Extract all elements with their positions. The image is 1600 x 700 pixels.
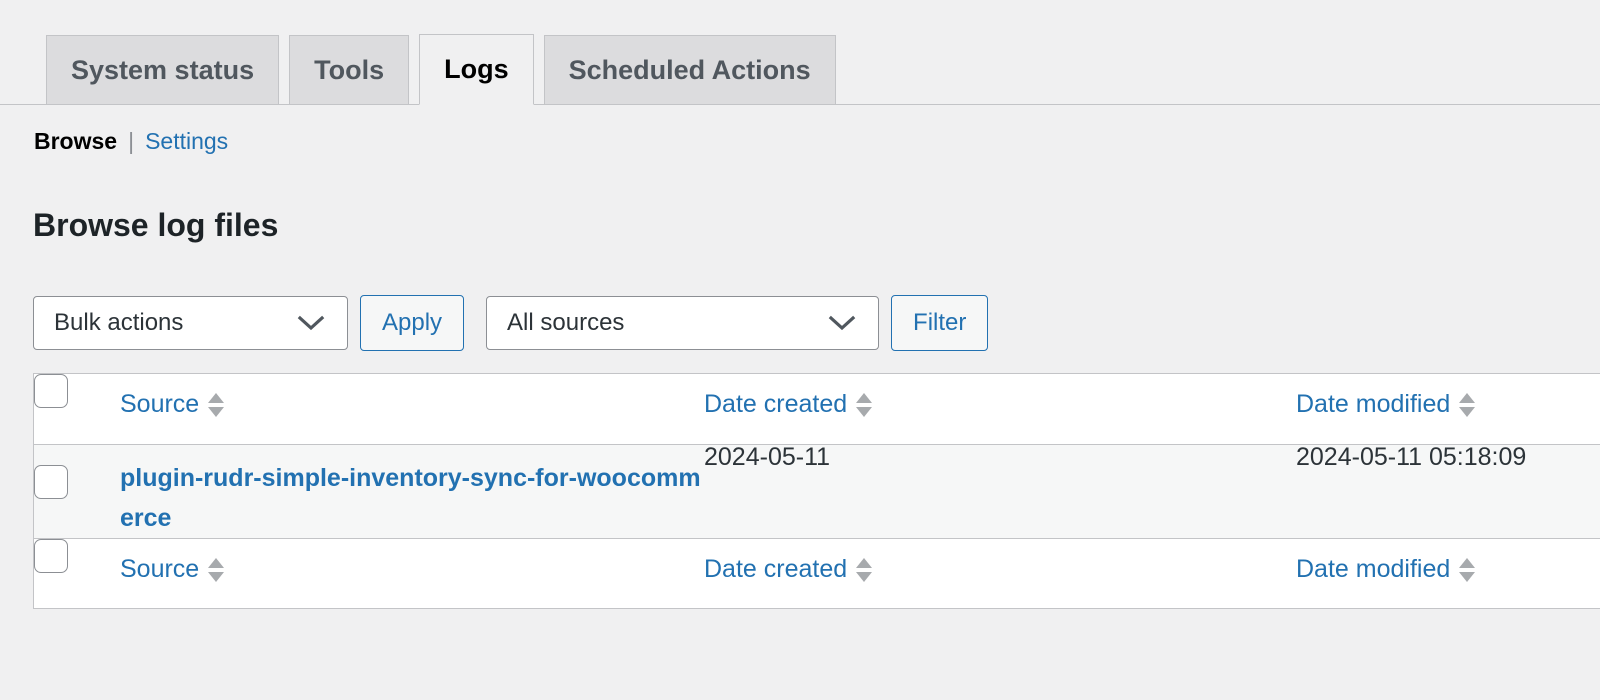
source-filter-select-wrap: All sources	[486, 296, 880, 350]
row-select-cell	[34, 444, 120, 538]
footer-source: Source	[120, 538, 704, 608]
table-row: plugin-rudr-simple-inventory-sync-for-wo…	[34, 444, 1600, 538]
sort-indicator-icon[interactable]	[208, 557, 225, 582]
select-all-header	[34, 374, 120, 444]
sort-date-modified-link[interactable]: Date modified	[1296, 392, 1450, 417]
bulk-actions-select[interactable]: Bulk actions	[33, 296, 348, 350]
subnav-item-settings[interactable]: Settings	[145, 130, 228, 153]
sort-indicator-icon[interactable]	[1459, 557, 1476, 582]
header-date-created: Date created	[704, 374, 1296, 444]
table-head: Source Date created Date modified	[34, 374, 1600, 444]
row-date-created-cell: 2024-05-11	[704, 444, 1296, 538]
tab-bar: System status Tools Logs Scheduled Actio…	[0, 0, 1600, 106]
tab-tools[interactable]: Tools	[289, 35, 410, 104]
subnav-separator: |	[128, 128, 135, 154]
tab-bar-divider	[0, 104, 1600, 105]
select-all-checkbox[interactable]	[34, 374, 68, 408]
row-select-checkbox[interactable]	[34, 465, 68, 499]
header-source: Source	[120, 374, 704, 444]
tab-system-status[interactable]: System status	[46, 35, 280, 104]
row-date-modified-cell: 2024-05-11 05:18:09	[1296, 444, 1600, 538]
table-header-row: Source Date created Date modified	[34, 374, 1600, 444]
select-all-checkbox-footer[interactable]	[34, 539, 68, 573]
header-date-modified: Date modified	[1296, 374, 1600, 444]
table-toolbar: Bulk actions Apply All sources Filter	[33, 295, 1600, 351]
footer-date-modified: Date modified	[1296, 538, 1600, 608]
sort-indicator-icon[interactable]	[208, 392, 225, 417]
filter-button[interactable]: Filter	[891, 295, 989, 351]
table-footer-row: Source Date created Date modified	[34, 538, 1600, 608]
footer-date-created: Date created	[704, 538, 1296, 608]
sort-indicator-icon[interactable]	[856, 557, 873, 582]
table-body: plugin-rudr-simple-inventory-sync-for-wo…	[34, 444, 1600, 538]
sort-date-created-link[interactable]: Date created	[704, 392, 847, 417]
apply-button[interactable]: Apply	[360, 295, 465, 351]
table-foot: Source Date created Date modified	[34, 538, 1600, 608]
log-file-link[interactable]: plugin-rudr-simple-inventory-sync-for-wo…	[120, 445, 704, 538]
source-filter-select[interactable]: All sources	[486, 296, 880, 350]
sort-source-link-footer[interactable]: Source	[120, 557, 199, 582]
sort-date-created-link-footer[interactable]: Date created	[704, 557, 847, 582]
tab-logs[interactable]: Logs	[419, 34, 534, 105]
subnav-item-browse[interactable]: Browse	[34, 130, 117, 153]
select-all-footer	[34, 538, 120, 608]
page-title: Browse log files	[33, 207, 279, 243]
tab-list: System status Tools Logs Scheduled Actio…	[46, 34, 846, 105]
bulk-actions-select-wrap: Bulk actions	[33, 296, 348, 350]
log-files-table: Source Date created Date modified plugin…	[33, 373, 1600, 609]
tab-scheduled-actions[interactable]: Scheduled Actions	[543, 35, 836, 104]
subnav: Browse | Settings	[34, 130, 1600, 153]
sort-date-modified-link-footer[interactable]: Date modified	[1296, 557, 1450, 582]
sort-indicator-icon[interactable]	[856, 392, 873, 417]
sort-indicator-icon[interactable]	[1459, 392, 1476, 417]
sort-source-link[interactable]: Source	[120, 392, 199, 417]
row-source-cell: plugin-rudr-simple-inventory-sync-for-wo…	[120, 444, 704, 538]
